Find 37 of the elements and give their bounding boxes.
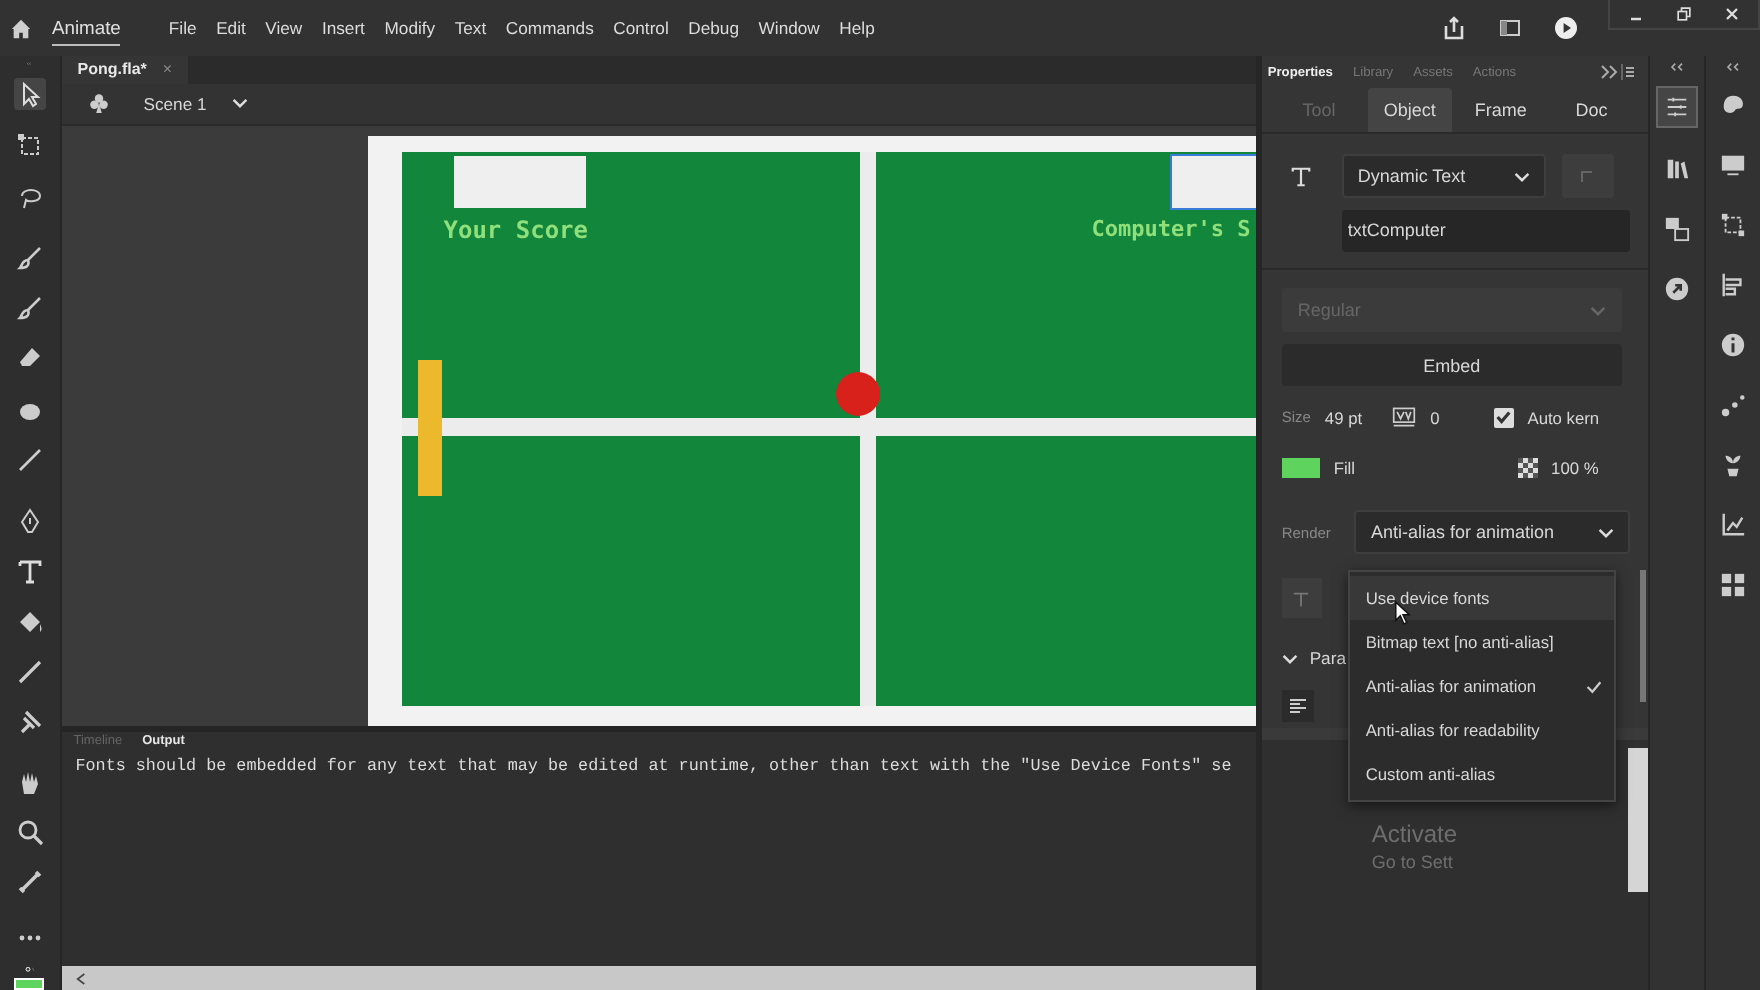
- menu-item[interactable]: Debug: [688, 18, 739, 38]
- menu-item[interactable]: Control: [613, 18, 669, 38]
- score-label: Your Score: [443, 215, 588, 244]
- menu-item[interactable]: Help: [839, 18, 875, 38]
- scene-label: Scene 1: [143, 93, 207, 114]
- app-name[interactable]: Animate: [52, 10, 121, 46]
- render-dropdown[interactable]: Anti-alias for animation: [1354, 510, 1631, 554]
- size-value[interactable]: 49 pt: [1324, 407, 1363, 427]
- inspector-tab[interactable]: Frame: [1459, 88, 1543, 132]
- menu-item[interactable]: Anti-alias for readability: [1349, 708, 1614, 752]
- output-message: Fonts should be embedded for any text that may be edited at runtime, other than text with the "Use Device Fonts" se: [73, 753, 1234, 776]
- menu-item[interactable]: Use device fonts: [1349, 576, 1614, 620]
- menu-item[interactable]: Insert: [321, 18, 365, 38]
- fill-label: Fill: [1333, 457, 1356, 477]
- embed-button[interactable]: Embed: [1281, 344, 1622, 386]
- menu-item[interactable]: Bitmap text [no anti-alias]: [1349, 620, 1614, 664]
- activation-notice: Go to Sett: [1371, 852, 1453, 872]
- menu-item[interactable]: Window: [758, 18, 820, 38]
- menu-item[interactable]: File: [168, 18, 197, 38]
- section-title[interactable]: Para: [1309, 648, 1346, 668]
- menu-item[interactable]: Custom anti-alias: [1349, 752, 1614, 796]
- menu-item[interactable]: Edit: [216, 18, 246, 38]
- alpha-value[interactable]: 100 %: [1551, 457, 1599, 477]
- activation-notice: Activate: [1371, 820, 1458, 848]
- letter-spacing-value[interactable]: 0: [1430, 407, 1440, 427]
- text-type-dropdown[interactable]: Dynamic Text: [1341, 154, 1546, 198]
- menu-item[interactable]: View: [265, 18, 303, 38]
- menu-item[interactable]: Modify: [384, 18, 436, 38]
- document-tab[interactable]: Pong.fla* ×: [61, 56, 189, 84]
- score-label: Computer's S: [1091, 215, 1251, 242]
- menu-item[interactable]: Commands: [505, 18, 594, 38]
- instance-name-field[interactable]: txtComputer: [1341, 210, 1631, 252]
- menu-item[interactable]: Text: [454, 18, 487, 38]
- auto-kern-label: Auto kern: [1527, 407, 1600, 427]
- inspector-tab[interactable]: Doc: [1550, 88, 1633, 132]
- inspector-tab[interactable]: Object: [1368, 88, 1452, 132]
- menu-item[interactable]: Anti-alias for animation: [1349, 664, 1614, 708]
